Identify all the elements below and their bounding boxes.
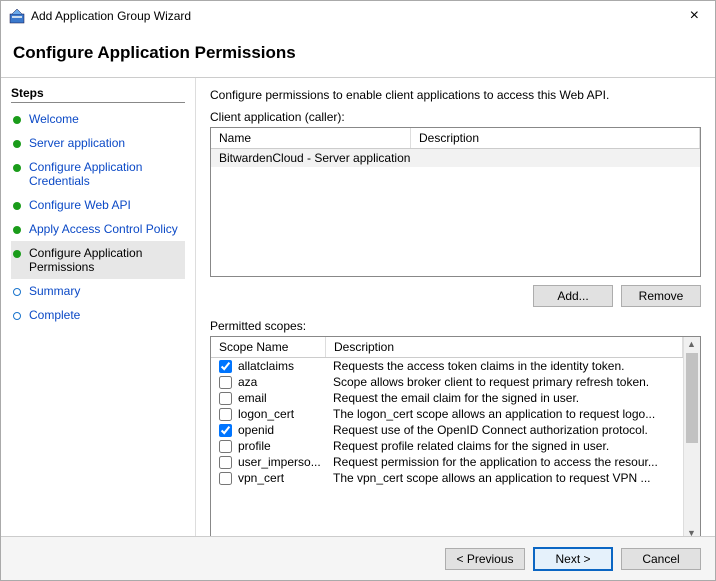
check-icon (13, 164, 21, 172)
scope-checkbox[interactable] (219, 376, 232, 389)
sidebar-step-6[interactable]: Summary (11, 279, 185, 303)
scope-row[interactable]: user_imperso...Request permission for th… (211, 454, 683, 470)
scope-name: user_imperso... (238, 455, 333, 469)
content-panel: Configure permissions to enable client a… (196, 78, 715, 579)
step-label: Server application (29, 136, 125, 150)
col-scope-name[interactable]: Scope Name (211, 337, 326, 357)
scope-row[interactable]: azaScope allows broker client to request… (211, 374, 683, 390)
scopes-header: Scope Name Description (211, 337, 683, 358)
scope-checkbox[interactable] (219, 456, 232, 469)
titlebar: Add Application Group Wizard × (1, 1, 715, 31)
scope-description: Request the email claim for the signed i… (333, 391, 675, 405)
col-name[interactable]: Name (211, 128, 411, 148)
col-description[interactable]: Description (411, 128, 700, 148)
scope-checkbox[interactable] (219, 472, 232, 485)
check-icon (13, 202, 21, 210)
scope-description: The vpn_cert scope allows an application… (333, 471, 675, 485)
app-icon (9, 8, 25, 24)
scope-row[interactable]: openidRequest use of the OpenID Connect … (211, 422, 683, 438)
step-label: Configure Application Credentials (29, 160, 183, 188)
intro-text: Configure permissions to enable client a… (210, 88, 701, 102)
check-icon (13, 250, 21, 258)
scope-row[interactable]: emailRequest the email claim for the sig… (211, 390, 683, 406)
scope-description: Request profile related claims for the s… (333, 439, 675, 453)
sidebar-step-1[interactable]: Server application (11, 131, 185, 155)
scope-description: Request use of the OpenID Connect author… (333, 423, 675, 437)
scope-name: openid (238, 423, 333, 437)
client-app-label: Client application (caller): (210, 110, 701, 124)
step-label: Summary (29, 284, 80, 298)
scope-name: aza (238, 375, 333, 389)
previous-button[interactable]: < Previous (445, 548, 525, 570)
scope-name: logon_cert (238, 407, 333, 421)
window-title: Add Application Group Wizard (31, 9, 682, 23)
scopes-scrollbar[interactable] (683, 337, 700, 540)
remove-button[interactable]: Remove (621, 285, 701, 307)
client-name: BitwardenCloud - Server application (219, 151, 419, 165)
client-row[interactable]: BitwardenCloud - Server application (211, 149, 700, 167)
scope-checkbox[interactable] (219, 424, 232, 437)
cancel-button[interactable]: Cancel (621, 548, 701, 570)
sidebar-step-3[interactable]: Configure Web API (11, 193, 185, 217)
step-label: Configure Web API (29, 198, 131, 212)
scope-description: Request permission for the application t… (333, 455, 675, 469)
next-button[interactable]: Next > (533, 547, 613, 571)
close-icon[interactable]: × (682, 7, 707, 25)
step-label: Apply Access Control Policy (29, 222, 178, 236)
sidebar-step-0[interactable]: Welcome (11, 107, 185, 131)
client-application-list[interactable]: Name Description BitwardenCloud - Server… (210, 127, 701, 277)
circle-icon (13, 312, 21, 320)
check-icon (13, 226, 21, 234)
add-button[interactable]: Add... (533, 285, 613, 307)
scope-row[interactable]: logon_certThe logon_cert scope allows an… (211, 406, 683, 422)
permitted-scopes-list[interactable]: Scope Name Description allatclaimsReques… (210, 336, 701, 541)
scope-name: vpn_cert (238, 471, 333, 485)
scope-row[interactable]: allatclaimsRequests the access token cla… (211, 358, 683, 374)
scope-description: Scope allows broker client to request pr… (333, 375, 675, 389)
step-label: Configure Application Permissions (29, 246, 183, 274)
scope-row[interactable]: vpn_certThe vpn_cert scope allows an app… (211, 470, 683, 486)
steps-sidebar: Steps Welcome Server application Configure… (1, 78, 196, 579)
wizard-footer: < Previous Next > Cancel (1, 536, 715, 580)
step-label: Complete (29, 308, 80, 322)
check-icon (13, 140, 21, 148)
permitted-scopes-label: Permitted scopes: (210, 319, 701, 333)
scope-name: allatclaims (238, 359, 333, 373)
steps-heading: Steps (11, 86, 185, 103)
scope-name: profile (238, 439, 333, 453)
col-scope-description[interactable]: Description (326, 337, 683, 357)
sidebar-step-5[interactable]: Configure Application Permissions (11, 241, 185, 279)
sidebar-step-7[interactable]: Complete (11, 303, 185, 327)
client-desc (419, 151, 692, 165)
scope-description: The logon_cert scope allows an applicati… (333, 407, 675, 421)
scope-row[interactable]: profileRequest profile related claims fo… (211, 438, 683, 454)
scope-checkbox[interactable] (219, 392, 232, 405)
circle-icon (13, 288, 21, 296)
sidebar-step-4[interactable]: Apply Access Control Policy (11, 217, 185, 241)
client-list-header: Name Description (211, 128, 700, 149)
step-label: Welcome (29, 112, 79, 126)
page-title: Configure Application Permissions (1, 31, 715, 78)
scope-name: email (238, 391, 333, 405)
sidebar-step-2[interactable]: Configure Application Credentials (11, 155, 185, 193)
scope-checkbox[interactable] (219, 408, 232, 421)
scope-checkbox[interactable] (219, 440, 232, 453)
scope-description: Requests the access token claims in the … (333, 359, 675, 373)
scope-checkbox[interactable] (219, 360, 232, 373)
check-icon (13, 116, 21, 124)
